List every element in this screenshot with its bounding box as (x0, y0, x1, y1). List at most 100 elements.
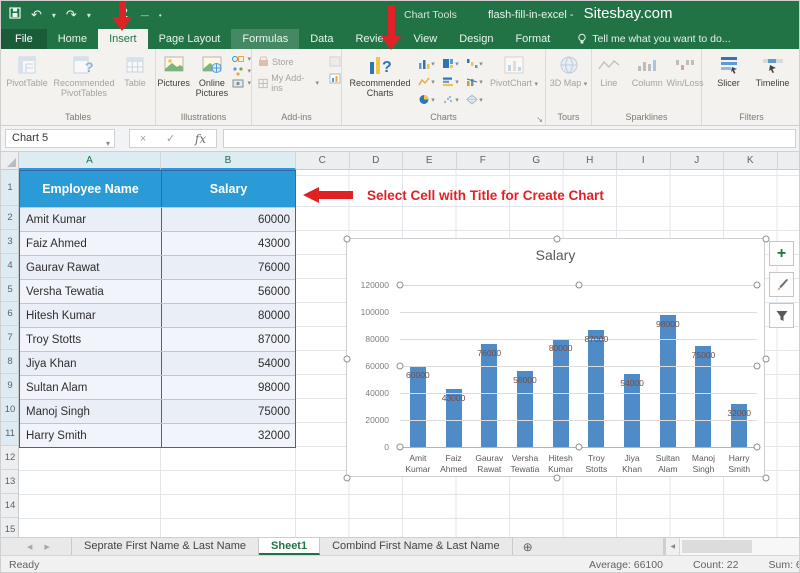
column-header-G[interactable]: G (510, 152, 564, 170)
insert-function-icon[interactable]: fx (195, 132, 206, 146)
cell-salary[interactable]: 98000 (162, 376, 295, 399)
cell-salary[interactable]: 32000 (162, 424, 295, 447)
pivottable-button[interactable]: PivotTable (3, 52, 51, 89)
sparkline-line-button[interactable]: Line (592, 52, 626, 89)
row-header-10[interactable]: 10 (1, 398, 19, 422)
new-sheet-button[interactable]: ⊕ (513, 538, 543, 555)
cell-salary[interactable]: 87000 (162, 328, 295, 351)
redo-caret-icon[interactable]: ▾ (87, 11, 91, 20)
column-header-A[interactable]: A (19, 152, 161, 170)
name-box[interactable]: Chart 5 ▾ (5, 129, 115, 148)
cell-salary[interactable]: 75000 (162, 400, 295, 423)
tab-insert[interactable]: Insert (98, 29, 148, 49)
column-header-I[interactable]: I (617, 152, 671, 170)
slicer-button[interactable]: Slicer (709, 52, 749, 89)
table-row[interactable]: Jiya Khan54000 (20, 351, 295, 375)
addin-box-icon[interactable] (329, 56, 341, 67)
chart-bar[interactable] (481, 344, 497, 447)
my-addins-button[interactable]: My Add-ins▾ (258, 73, 319, 93)
cell-salary[interactable]: 43000 (162, 232, 295, 255)
column-header-C[interactable]: C (296, 152, 350, 170)
online-pictures-button[interactable]: Online Pictures (193, 52, 230, 100)
selection-handle[interactable] (397, 282, 404, 289)
formula-input[interactable] (223, 129, 796, 148)
sheet-tab-sheet1[interactable]: Sheet1 (259, 538, 320, 555)
row-header-7[interactable]: 7 (1, 326, 19, 350)
row-header-14[interactable]: 14 (1, 494, 19, 518)
chart-bar[interactable] (695, 346, 711, 447)
cell-employee-name[interactable]: Versha Tewatia (20, 280, 162, 303)
chart-bar[interactable] (660, 315, 676, 447)
row-header-12[interactable]: 12 (1, 446, 19, 470)
insert-scatter-chart-button[interactable]: ▾ (439, 91, 462, 108)
tab-data[interactable]: Data (299, 29, 344, 49)
table-row[interactable]: Faiz Ahmed43000 (20, 231, 295, 255)
row-header-5[interactable]: 5 (1, 278, 19, 302)
scroll-left-icon[interactable]: ◀ (666, 538, 680, 555)
insert-combo-chart-button[interactable]: ▾ (463, 73, 486, 90)
pivotchart-button[interactable]: PivotChart ▾ (488, 52, 540, 90)
charts-dialog-launcher-icon[interactable]: ↘ (536, 115, 543, 124)
table-header-salary[interactable]: Salary (162, 171, 295, 207)
row-header-13[interactable]: 13 (1, 470, 19, 494)
column-header-E[interactable]: E (403, 152, 457, 170)
insert-column-chart-button[interactable]: ▾ (415, 55, 438, 72)
column-header-J[interactable]: J (671, 152, 725, 170)
sheet-tab-combind-first-name-last-name[interactable]: Combind First Name & Last Name (320, 538, 513, 555)
selection-handle[interactable] (754, 444, 761, 451)
cell-employee-name[interactable]: Faiz Ahmed (20, 232, 162, 255)
selection-handle[interactable] (763, 355, 770, 362)
selection-handle[interactable] (754, 363, 761, 370)
table-header-employee-name[interactable]: Employee Name (20, 171, 162, 207)
row-header-3[interactable]: 3 (1, 230, 19, 254)
insert-pie-chart-button[interactable]: ▾ (415, 91, 438, 108)
selection-handle[interactable] (553, 236, 560, 243)
row-header-4[interactable]: 4 (1, 254, 19, 278)
selection-handle[interactable] (344, 475, 351, 482)
cell-employee-name[interactable]: Amit Kumar (20, 208, 162, 231)
selection-handle[interactable] (344, 236, 351, 243)
table-row[interactable]: Gaurav Rawat76000 (20, 255, 295, 279)
cell-salary[interactable]: 80000 (162, 304, 295, 327)
cell-employee-name[interactable]: Harry Smith (20, 424, 162, 447)
chart-styles-button[interactable] (769, 272, 794, 297)
tab-design[interactable]: Design (448, 29, 504, 49)
row-header-2[interactable]: 2 (1, 206, 19, 230)
store-button[interactable]: Store (258, 56, 319, 67)
chart-bar[interactable] (588, 330, 604, 447)
enter-icon[interactable]: ✓ (166, 132, 175, 145)
redo-icon[interactable]: ↷ (66, 5, 77, 25)
table-row[interactable]: Hitesh Kumar80000 (20, 303, 295, 327)
undo-caret-icon[interactable]: ▾ (52, 11, 56, 20)
tab-format[interactable]: Format (504, 29, 561, 49)
tab-view[interactable]: View (403, 29, 449, 49)
selection-handle[interactable] (763, 475, 770, 482)
cell-salary[interactable]: 60000 (162, 208, 295, 231)
sparkline-column-button[interactable]: Column (628, 52, 667, 89)
addin-chart-icon[interactable] (329, 73, 341, 84)
chart-filters-button[interactable] (769, 303, 794, 328)
insert-bar-chart-button[interactable]: ▾ (439, 73, 462, 90)
sheet-nav-right-icon[interactable]: ▶ (44, 543, 49, 551)
insert-hierarchy-chart-button[interactable]: ▾ (439, 55, 462, 72)
table-row[interactable]: Amit Kumar60000 (20, 207, 295, 231)
tab-page-layout[interactable]: Page Layout (148, 29, 232, 49)
salary-chart[interactable]: Salary 020000400006000080000100000120000… (346, 238, 765, 477)
row-header-11[interactable]: 11 (1, 422, 19, 446)
qat-customize-icon[interactable]: • (159, 11, 162, 20)
timeline-button[interactable]: Timeline (751, 52, 795, 89)
column-header-F[interactable]: F (457, 152, 511, 170)
selection-handle[interactable] (754, 282, 761, 289)
column-header-H[interactable]: H (564, 152, 618, 170)
save-icon[interactable] (9, 5, 21, 25)
row-header-6[interactable]: 6 (1, 302, 19, 326)
cell-employee-name[interactable]: Sultan Alam (20, 376, 162, 399)
cell-salary[interactable]: 56000 (162, 280, 295, 303)
selection-handle[interactable] (344, 355, 351, 362)
shapes-button[interactable]: ▾ (232, 54, 251, 64)
tell-me-box[interactable]: Tell me what you want to do... (577, 29, 730, 49)
cell-employee-name[interactable]: Manoj Singh (20, 400, 162, 423)
column-header-D[interactable]: D (350, 152, 404, 170)
cell-employee-name[interactable]: Gaurav Rawat (20, 256, 162, 279)
scrollbar-track[interactable] (680, 538, 800, 555)
